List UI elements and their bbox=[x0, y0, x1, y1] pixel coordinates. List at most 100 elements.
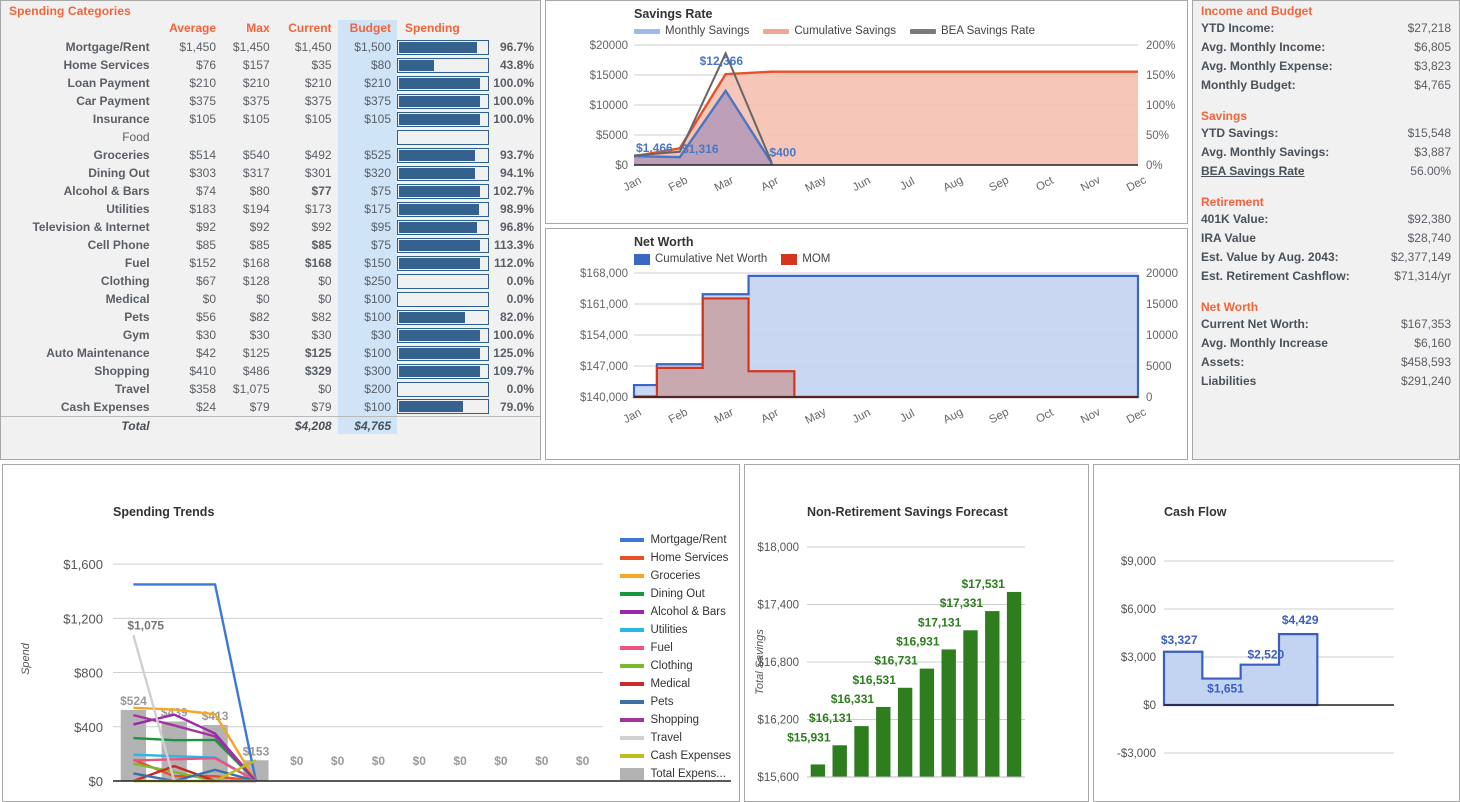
table-row[interactable]: Fuel $152 $168 $168 $150 112.0% bbox=[1, 254, 540, 272]
table-row[interactable]: Utilities $183 $194 $173 $175 98.9% bbox=[1, 200, 540, 218]
table-row[interactable]: Medical $0 $0 $0 $100 0.0% bbox=[1, 290, 540, 308]
table-row[interactable]: Television & Internet $92 $92 $92 $95 96.8% bbox=[1, 218, 540, 236]
spending-bar-fill bbox=[399, 329, 480, 341]
cell-max bbox=[222, 128, 276, 146]
legend-item[interactable]: Groceries bbox=[620, 567, 731, 585]
legend-item[interactable]: Shopping bbox=[620, 711, 731, 729]
table-row[interactable]: Cash Expenses $24 $79 $79 $100 79.0% bbox=[1, 398, 540, 416]
svg-text:$5000: $5000 bbox=[596, 130, 628, 142]
cell-percent: 96.8% bbox=[499, 220, 534, 234]
cell-spending-bar bbox=[397, 128, 492, 146]
spending-bar-track bbox=[397, 399, 489, 415]
svg-text:$4,429: $4,429 bbox=[1282, 613, 1319, 627]
spending-bar-track bbox=[397, 309, 489, 325]
summary-row: Avg. Monthly Savings: $3,887 bbox=[1201, 143, 1451, 162]
svg-text:0%: 0% bbox=[1146, 160, 1163, 172]
svg-text:$16,200: $16,200 bbox=[757, 715, 799, 727]
cell-average: $85 bbox=[195, 238, 217, 252]
svg-text:$0: $0 bbox=[331, 754, 345, 768]
table-row[interactable]: Cell Phone $85 $85 $85 $75 113.3% bbox=[1, 236, 540, 254]
cell-max: $92 bbox=[249, 220, 270, 234]
svg-text:Nov: Nov bbox=[1079, 406, 1103, 426]
legend-item[interactable]: Mortgage/Rent bbox=[620, 531, 731, 549]
legend-swatch-icon bbox=[620, 556, 645, 560]
legend-label: Cumulative Savings bbox=[794, 25, 897, 37]
svg-text:$524: $524 bbox=[120, 694, 147, 708]
svg-text:$161,000: $161,000 bbox=[580, 299, 628, 311]
col-average: Average bbox=[169, 21, 217, 35]
svg-text:Oct: Oct bbox=[1034, 406, 1056, 425]
summary-sections: Income and Budget YTD Income: $27,218 Avg. … bbox=[1193, 1, 1459, 391]
spending-bar-track bbox=[397, 219, 489, 235]
table-row[interactable]: Groceries $514 $540 $492 $525 93.7% bbox=[1, 146, 540, 164]
cell-percent: 93.7% bbox=[499, 148, 534, 162]
cell-budget: $320 bbox=[337, 164, 397, 182]
legend-swatch-icon bbox=[781, 253, 798, 265]
legend-item[interactable]: Pets bbox=[620, 693, 731, 711]
spending-bar-fill bbox=[399, 347, 480, 359]
spending-bar-track bbox=[397, 327, 489, 343]
cell-budget: $80 bbox=[337, 56, 397, 74]
table-row[interactable]: Gym $30 $30 $30 $30 100.0% bbox=[1, 326, 540, 344]
cell-current: $0 bbox=[318, 382, 332, 396]
svg-text:$147,000: $147,000 bbox=[580, 361, 628, 373]
legend-swatch-icon bbox=[910, 28, 937, 34]
table-row[interactable]: Auto Maintenance $42 $125 $125 $100 125.0% bbox=[1, 344, 540, 362]
svg-text:100%: 100% bbox=[1146, 100, 1175, 112]
summary-row: Avg. Monthly Income: $6,805 bbox=[1201, 38, 1451, 57]
summary-row[interactable]: BEA Savings Rate 56.00% bbox=[1201, 162, 1451, 181]
legend-item[interactable]: Dining Out bbox=[620, 585, 731, 603]
svg-text:150%: 150% bbox=[1146, 70, 1175, 82]
cell-average: $105 bbox=[189, 112, 217, 126]
svg-text:$15,931: $15,931 bbox=[787, 730, 831, 744]
legend-item[interactable]: Clothing bbox=[620, 657, 731, 675]
table-row[interactable]: Travel $358 $1,075 $0 $200 0.0% bbox=[1, 380, 540, 398]
cell-budget: $250 bbox=[337, 272, 397, 290]
svg-text:Dec: Dec bbox=[1125, 174, 1149, 194]
table-row[interactable]: Clothing $67 $128 $0 $250 0.0% bbox=[1, 272, 540, 290]
legend-label: Dining Out bbox=[650, 588, 705, 600]
cell-budget: $525 bbox=[337, 146, 397, 164]
cell-budget: $300 bbox=[337, 362, 397, 380]
table-row[interactable]: Alcohol & Bars $74 $80 $77 $75 102.7% bbox=[1, 182, 540, 200]
savings-rate-legend: Monthly Savings Cumulative Savings BEA S… bbox=[634, 25, 1187, 37]
legend-item[interactable]: Cash Expenses bbox=[620, 747, 731, 765]
cell-spending-bar bbox=[397, 326, 492, 344]
legend-label: Monthly Savings bbox=[665, 25, 750, 37]
cell-percent: 43.8% bbox=[499, 58, 534, 72]
svg-text:$1,200: $1,200 bbox=[63, 611, 103, 626]
row-category: Car Payment bbox=[76, 94, 150, 108]
legend-bea-savings-rate: BEA Savings Rate bbox=[910, 25, 1035, 37]
legend-item[interactable]: Travel bbox=[620, 729, 731, 747]
summary-value: $92,380 bbox=[1407, 212, 1451, 226]
cell-max: $82 bbox=[249, 310, 270, 324]
legend-label: Home Services bbox=[650, 552, 729, 564]
table-row[interactable]: Home Services $76 $157 $35 $80 43.8% bbox=[1, 56, 540, 74]
cell-current: $329 bbox=[304, 364, 332, 378]
table-row[interactable]: Car Payment $375 $375 $375 $375 100.0% bbox=[1, 92, 540, 110]
table-row[interactable]: Loan Payment $210 $210 $210 $210 100.0% bbox=[1, 74, 540, 92]
legend-item[interactable]: Total Expens... bbox=[620, 765, 731, 783]
legend-swatch-icon bbox=[620, 538, 645, 542]
cell-average: $375 bbox=[189, 94, 217, 108]
cell-percent: 100.0% bbox=[493, 94, 534, 108]
table-row[interactable]: Food bbox=[1, 128, 540, 146]
table-row[interactable]: Mortgage/Rent $1,450 $1,450 $1,450 $1,500 96.… bbox=[1, 38, 540, 56]
legend-item[interactable]: Alcohol & Bars bbox=[620, 603, 731, 621]
table-row[interactable]: Pets $56 $82 $82 $100 82.0% bbox=[1, 308, 540, 326]
legend-label: Groceries bbox=[650, 570, 701, 582]
legend-item[interactable]: Fuel bbox=[620, 639, 731, 657]
svg-text:Jan: Jan bbox=[622, 175, 644, 194]
table-row[interactable]: Insurance $105 $105 $105 $105 100.0% bbox=[1, 110, 540, 128]
table-row[interactable]: Dining Out $303 $317 $301 $320 94.1% bbox=[1, 164, 540, 182]
cell-spending-bar bbox=[397, 398, 492, 416]
spending-bar-fill bbox=[399, 257, 480, 269]
cell-spending-bar bbox=[397, 146, 492, 164]
legend-item[interactable]: Utilities bbox=[620, 621, 731, 639]
spending-bar-track bbox=[397, 93, 489, 109]
spending-bar-track bbox=[397, 363, 489, 379]
table-row[interactable]: Shopping $410 $486 $329 $300 109.7% bbox=[1, 362, 540, 380]
cell-spending-bar bbox=[397, 290, 492, 308]
legend-item[interactable]: Home Services bbox=[620, 549, 731, 567]
legend-item[interactable]: Medical bbox=[620, 675, 731, 693]
